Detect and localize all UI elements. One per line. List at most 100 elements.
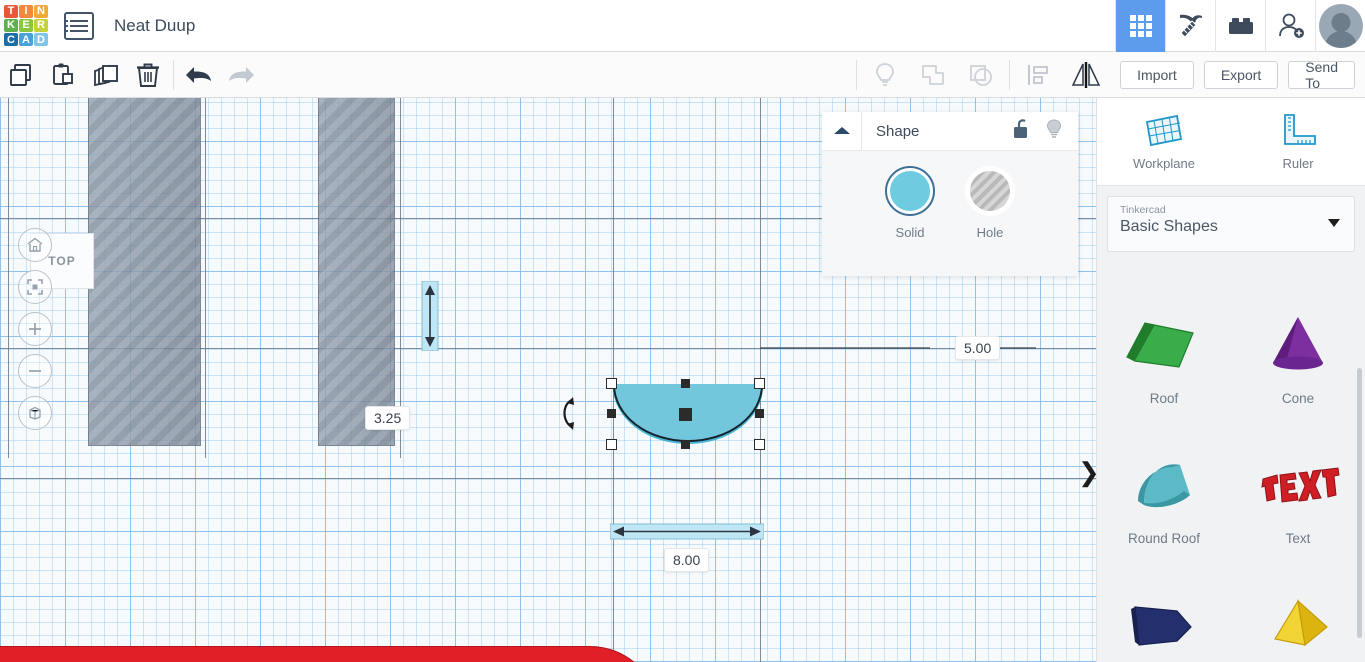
- shape-text[interactable]: Text: [1231, 418, 1365, 558]
- paste-icon[interactable]: [42, 52, 84, 98]
- lightbulb-glyph: [1046, 118, 1062, 138]
- shape-panel-actions: [1012, 118, 1078, 145]
- height-dimension-label[interactable]: 3.25: [365, 406, 411, 430]
- home-view-icon[interactable]: [18, 228, 52, 262]
- move-handle-center[interactable]: [679, 408, 692, 421]
- height-dimension-arrow[interactable]: [418, 281, 442, 351]
- send-to-button[interactable]: Send To: [1288, 59, 1355, 91]
- box-shape-middle[interactable]: [318, 98, 395, 446]
- duplicate-icon[interactable]: [84, 52, 126, 98]
- avatar[interactable]: [1315, 0, 1365, 52]
- shapes-grid: Roof Cone Round Roof Text: [1097, 278, 1365, 662]
- shape-library-select[interactable]: Tinkercad Basic Shapes: [1107, 196, 1355, 252]
- shape-text-label: Text: [1285, 531, 1311, 546]
- shapes-row: Round Roof Text: [1097, 418, 1365, 558]
- export-button[interactable]: Export: [1203, 60, 1279, 89]
- fit-to-view-icon[interactable]: [18, 270, 52, 304]
- ungroup-glyph: [970, 64, 992, 86]
- shape-cone[interactable]: Cone: [1231, 278, 1365, 418]
- workplane-icon: [1145, 114, 1183, 147]
- ortho-glyph: [29, 406, 41, 420]
- document-list-icon[interactable]: [64, 11, 94, 40]
- shape-library-supertitle: Tinkercad: [1120, 204, 1166, 216]
- resize-handle-br[interactable]: [754, 439, 765, 450]
- resize-handle-bottom[interactable]: [681, 440, 690, 449]
- align-icon[interactable]: [1014, 52, 1062, 98]
- sidebar-scrollbar[interactable]: [1357, 368, 1362, 638]
- fit-view-glyph: [27, 279, 43, 295]
- offset-dimension-label[interactable]: 5.00: [955, 336, 1001, 360]
- sidebar-item-workplane-label: Workplane: [1133, 156, 1195, 171]
- logo-tile-n: N: [34, 4, 48, 18]
- resize-handle-left[interactable]: [607, 409, 616, 418]
- logo-tile-i: I: [19, 4, 33, 18]
- delete-icon[interactable]: [127, 52, 169, 98]
- lightbulb-icon[interactable]: [1044, 118, 1064, 145]
- chevron-down-icon: [1328, 219, 1340, 227]
- sidebar-item-workplane[interactable]: Workplane: [1097, 98, 1231, 185]
- resize-handle-top[interactable]: [681, 379, 690, 388]
- logo-tile-c: C: [4, 33, 18, 47]
- sidebar-item-ruler[interactable]: Ruler: [1231, 98, 1365, 185]
- add-person-icon[interactable]: [1265, 0, 1315, 52]
- resize-handle-right[interactable]: [755, 409, 764, 418]
- cone-icon: [1273, 317, 1323, 370]
- shapes-row: Roof Cone: [1097, 278, 1365, 418]
- home-glyph: [27, 237, 43, 252]
- top-bar-actions: [1115, 0, 1365, 52]
- mirror-glyph: [1071, 61, 1101, 88]
- list-line: [66, 24, 88, 27]
- grid-apps-icon[interactable]: [1115, 0, 1165, 52]
- sidebar-tools: Workplane Ruler: [1097, 98, 1365, 186]
- resize-handle-tl[interactable]: [606, 378, 617, 389]
- panel-collapse-chevron-icon[interactable]: ❯: [1078, 460, 1096, 486]
- solid-swatch[interactable]: Solid: [885, 166, 935, 276]
- axis-line-v: [205, 98, 206, 458]
- align-glyph: [1028, 64, 1048, 85]
- solid-swatch-label: Solid: [895, 225, 925, 240]
- axis-line-v: [400, 98, 401, 458]
- box-shape-left[interactable]: [88, 98, 201, 446]
- shape-roof[interactable]: Roof: [1097, 278, 1231, 418]
- shape-round-roof[interactable]: Round Roof: [1097, 418, 1231, 558]
- resize-handle-bl[interactable]: [606, 439, 617, 450]
- minus-glyph: [29, 370, 41, 372]
- red-rounded-shape[interactable]: [0, 646, 660, 662]
- zoom-out-icon[interactable]: [18, 354, 52, 388]
- selected-shape[interactable]: [605, 378, 770, 453]
- chevron-up-icon[interactable]: [822, 111, 862, 151]
- width-dimension-label[interactable]: 8.00: [664, 548, 710, 572]
- shape-panel-title: Shape: [876, 122, 920, 140]
- hole-swatch[interactable]: Hole: [965, 166, 1015, 276]
- logo-tile-a: A: [19, 33, 33, 47]
- shape-wedge[interactable]: Wedge: [1097, 558, 1231, 662]
- tinkercad-logo[interactable]: TIN KER CAD: [4, 4, 48, 47]
- file-actions: Import Export Send To: [1110, 59, 1365, 91]
- ungroup-icon: [957, 52, 1005, 98]
- shape-library-title: Basic Shapes: [1120, 218, 1218, 235]
- redo-icon: [220, 52, 262, 98]
- shape-pyramid[interactable]: Pyramid: [1231, 558, 1365, 662]
- ruler-icon: [1284, 114, 1316, 145]
- logo-tile-e: E: [19, 18, 33, 33]
- page-title[interactable]: Neat Duup: [114, 16, 195, 36]
- import-button[interactable]: Import: [1120, 60, 1194, 89]
- lego-brick-icon[interactable]: [1215, 0, 1265, 52]
- width-dimension-arrow[interactable]: [610, 522, 764, 542]
- grid-apps-glyph: [1129, 14, 1152, 37]
- copy-icon[interactable]: [0, 52, 42, 98]
- rotate-handle-icon[interactable]: [556, 396, 584, 432]
- chevron-up-glyph: [833, 127, 850, 134]
- ortho-perspective-icon[interactable]: [18, 396, 52, 430]
- undo-icon[interactable]: [178, 52, 220, 98]
- logo-tile-t: T: [4, 4, 18, 18]
- mirror-icon[interactable]: [1062, 52, 1110, 98]
- unlock-icon[interactable]: [1012, 118, 1032, 145]
- lightbulb-icon: [861, 52, 909, 98]
- pickaxe-icon[interactable]: [1165, 0, 1215, 52]
- group-glyph: [922, 64, 944, 85]
- undo-glyph: [185, 66, 211, 83]
- hole-swatch-label: Hole: [976, 225, 1004, 240]
- zoom-in-icon[interactable]: [18, 312, 52, 346]
- resize-handle-tr[interactable]: [754, 378, 765, 389]
